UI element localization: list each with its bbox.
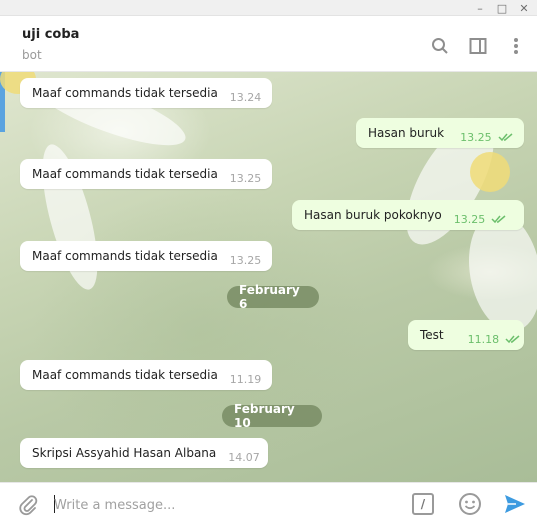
search-icon[interactable] [429,35,451,57]
message-outgoing[interactable]: Hasan buruk 13.25 [356,118,524,148]
message-text: Maaf commands tidak tersedia [32,167,218,181]
close-window-button[interactable]: ✕ [513,0,535,16]
message-text: Skripsi Assyahid Hasan Albana [32,446,217,460]
sidebar-toggle-icon[interactable] [467,35,489,57]
message-time: 13.25 [229,171,262,185]
more-vertical-icon[interactable] [505,35,527,57]
message-incoming[interactable]: Maaf commands tidak tersedia 13.25 [20,159,272,189]
message-time: 14.07 [228,450,260,464]
read-ticks-icon [491,214,507,224]
minimize-button[interactable]: – [469,0,491,16]
composer: / [0,482,537,525]
message-incoming[interactable]: Maaf commands tidak tersedia 13.24 [20,78,272,108]
message-text: Hasan buruk pokoknyo [304,208,442,222]
message-text: Maaf commands tidak tersedia [32,86,218,100]
chat-header: uji coba bot [0,16,537,72]
read-ticks-icon [505,334,521,344]
message-incoming[interactable]: Skripsi Assyahid Hasan Albana 14.07 [20,438,268,468]
message-incoming[interactable]: Maaf commands tidak tersedia 11.19 [20,360,272,390]
message-time: 13.25 [453,212,486,226]
message-outgoing[interactable]: Test 11.18 [408,320,524,350]
emoji-icon[interactable] [458,492,482,516]
message-text: Maaf commands tidak tersedia [32,368,218,382]
chat-title[interactable]: uji coba [22,27,79,42]
message-list[interactable]: Maaf commands tidak tersedia 13.24 Hasan… [0,72,537,482]
maximize-button[interactable]: □ [491,0,513,16]
message-incoming[interactable]: Maaf commands tidak tersedia 13.25 [20,241,272,271]
message-time: 13.25 [460,130,492,144]
window-titlebar: – □ ✕ [0,0,537,16]
message-time: 13.24 [229,90,262,104]
send-icon[interactable] [503,492,527,516]
message-outgoing[interactable]: Hasan buruk pokoknyo 13.25 [292,200,524,230]
message-time: 13.25 [229,253,262,267]
background-flower-center [470,152,510,192]
paperclip-icon[interactable] [16,493,40,517]
bot-commands-button[interactable]: / [412,493,434,515]
chat-status: bot [22,48,42,62]
message-input[interactable] [54,495,384,515]
date-separator: February 10 [222,402,322,430]
read-ticks-icon [498,132,514,142]
message-text: Hasan buruk [368,126,445,140]
message-time: 11.19 [229,372,262,386]
date-separator: February 6 [227,283,319,311]
message-text: Maaf commands tidak tersedia [32,249,218,263]
message-time: 11.18 [467,332,500,346]
message-text: Test [420,328,444,342]
